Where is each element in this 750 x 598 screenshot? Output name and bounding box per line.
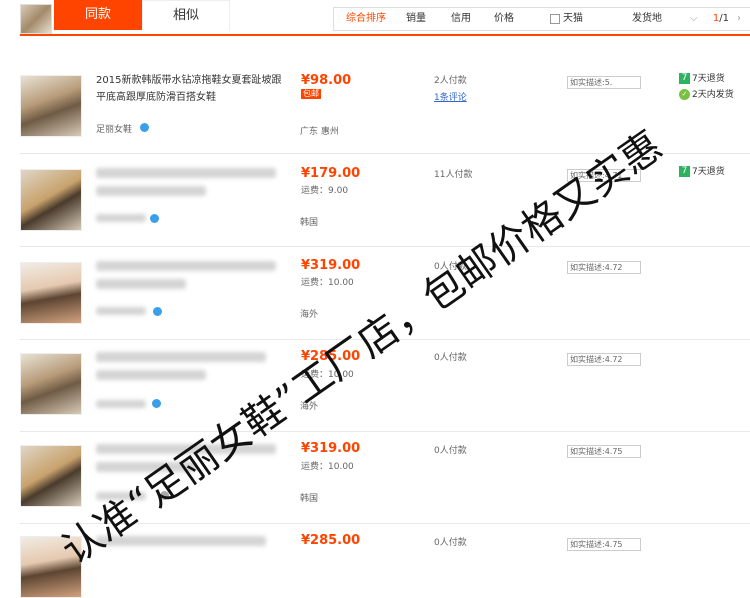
rating-dropdown[interactable]: 如实描述:4.72 — [567, 353, 641, 366]
location: 海外 — [300, 310, 319, 320]
blurred-title — [96, 261, 276, 271]
product-image[interactable] — [20, 262, 82, 324]
product-title[interactable]: 2015新款韩版带水钻凉拖鞋女夏套趾坡跟平底高跟厚底防滑百搭女鞋 — [96, 72, 286, 106]
product-price: ¥179.00 — [301, 166, 361, 181]
location: 韩国 — [300, 494, 319, 504]
service-return: 7 7天退货 — [679, 73, 725, 85]
pager: 1/1 — [712, 13, 729, 24]
seven-day-return-icon: 7 — [679, 73, 690, 84]
tab-similar[interactable]: 相似 — [142, 0, 230, 31]
shop-badge-icon — [150, 214, 159, 223]
sort-price[interactable]: 价格 — [494, 8, 514, 30]
rating-dropdown[interactable]: 如实描述:4.72 — [567, 261, 641, 274]
service-return: 7 7天退货 — [679, 166, 725, 178]
product-price: ¥319.00 — [301, 258, 361, 273]
shipping-fee: 运费：9.00 — [301, 186, 349, 196]
product-price: ¥98.00 — [301, 73, 352, 88]
divider — [20, 34, 750, 36]
blurred-shop — [96, 214, 146, 222]
shop-badge-icon — [152, 399, 161, 408]
fast-shipping-icon: ✓ — [679, 89, 690, 100]
rating-dropdown[interactable]: 如实描述:4.75 — [567, 538, 641, 551]
sort-overall[interactable]: 综合排序 — [346, 8, 386, 30]
sort-credit[interactable]: 信用 — [451, 8, 471, 30]
location: 广东 惠州 — [300, 127, 339, 137]
rating-dropdown[interactable]: 如实描述:5. — [567, 76, 641, 89]
query-thumbnail — [20, 4, 52, 34]
blurred-title — [96, 186, 206, 196]
chevron-down-icon: ⌵ — [690, 13, 698, 24]
product-price: ¥319.00 — [301, 441, 361, 456]
service-ship: ✓ 2天内发货 — [679, 89, 734, 101]
shipping-fee: 运费：10.00 — [301, 462, 354, 472]
paid-count: 0人付款 — [434, 446, 467, 456]
blurred-shop — [96, 400, 146, 408]
review-link[interactable]: 1条评论 — [434, 90, 467, 103]
tmall-checkbox[interactable] — [550, 14, 560, 24]
paid-count: 2人付款 — [434, 76, 467, 86]
paid-count: 11人付款 — [434, 170, 473, 180]
free-shipping-badge: 包邮 — [301, 89, 321, 99]
header: 同款 相似 综合排序 销量 信用 价格 天猫 发货地 ⌵ 1/1 › — [0, 0, 750, 36]
product-image[interactable] — [20, 353, 82, 415]
filter-ship-from[interactable]: 发货地 — [632, 8, 662, 30]
product-image[interactable] — [20, 169, 82, 231]
product-image[interactable] — [20, 75, 82, 137]
blurred-title — [96, 352, 266, 362]
blurred-title — [96, 168, 276, 178]
shop-name[interactable]: 足丽女鞋 — [96, 122, 132, 135]
seven-day-return-icon: 7 — [679, 166, 690, 177]
location: 韩国 — [300, 218, 319, 228]
sort-sales[interactable]: 销量 — [406, 8, 426, 30]
paid-count: 0人付款 — [434, 538, 467, 548]
tab-same-style[interactable]: 同款 — [54, 0, 142, 30]
shipping-fee: 运费：10.00 — [301, 278, 354, 288]
blurred-title — [96, 279, 186, 289]
blurred-shop — [96, 307, 146, 315]
shop-badge-icon — [153, 307, 162, 316]
filter-tmall-label[interactable]: 天猫 — [563, 8, 583, 30]
rating-dropdown[interactable]: 如实描述:4.75 — [567, 445, 641, 458]
blurred-title — [96, 370, 206, 380]
product-image[interactable] — [20, 445, 82, 507]
product-price: ¥285.00 — [301, 533, 361, 548]
next-page-icon[interactable]: › — [737, 8, 741, 30]
shop-badge-icon — [140, 123, 149, 132]
paid-count: 0人付款 — [434, 353, 467, 363]
sort-bar: 综合排序 销量 信用 价格 天猫 发货地 ⌵ 1/1 › — [333, 7, 750, 31]
